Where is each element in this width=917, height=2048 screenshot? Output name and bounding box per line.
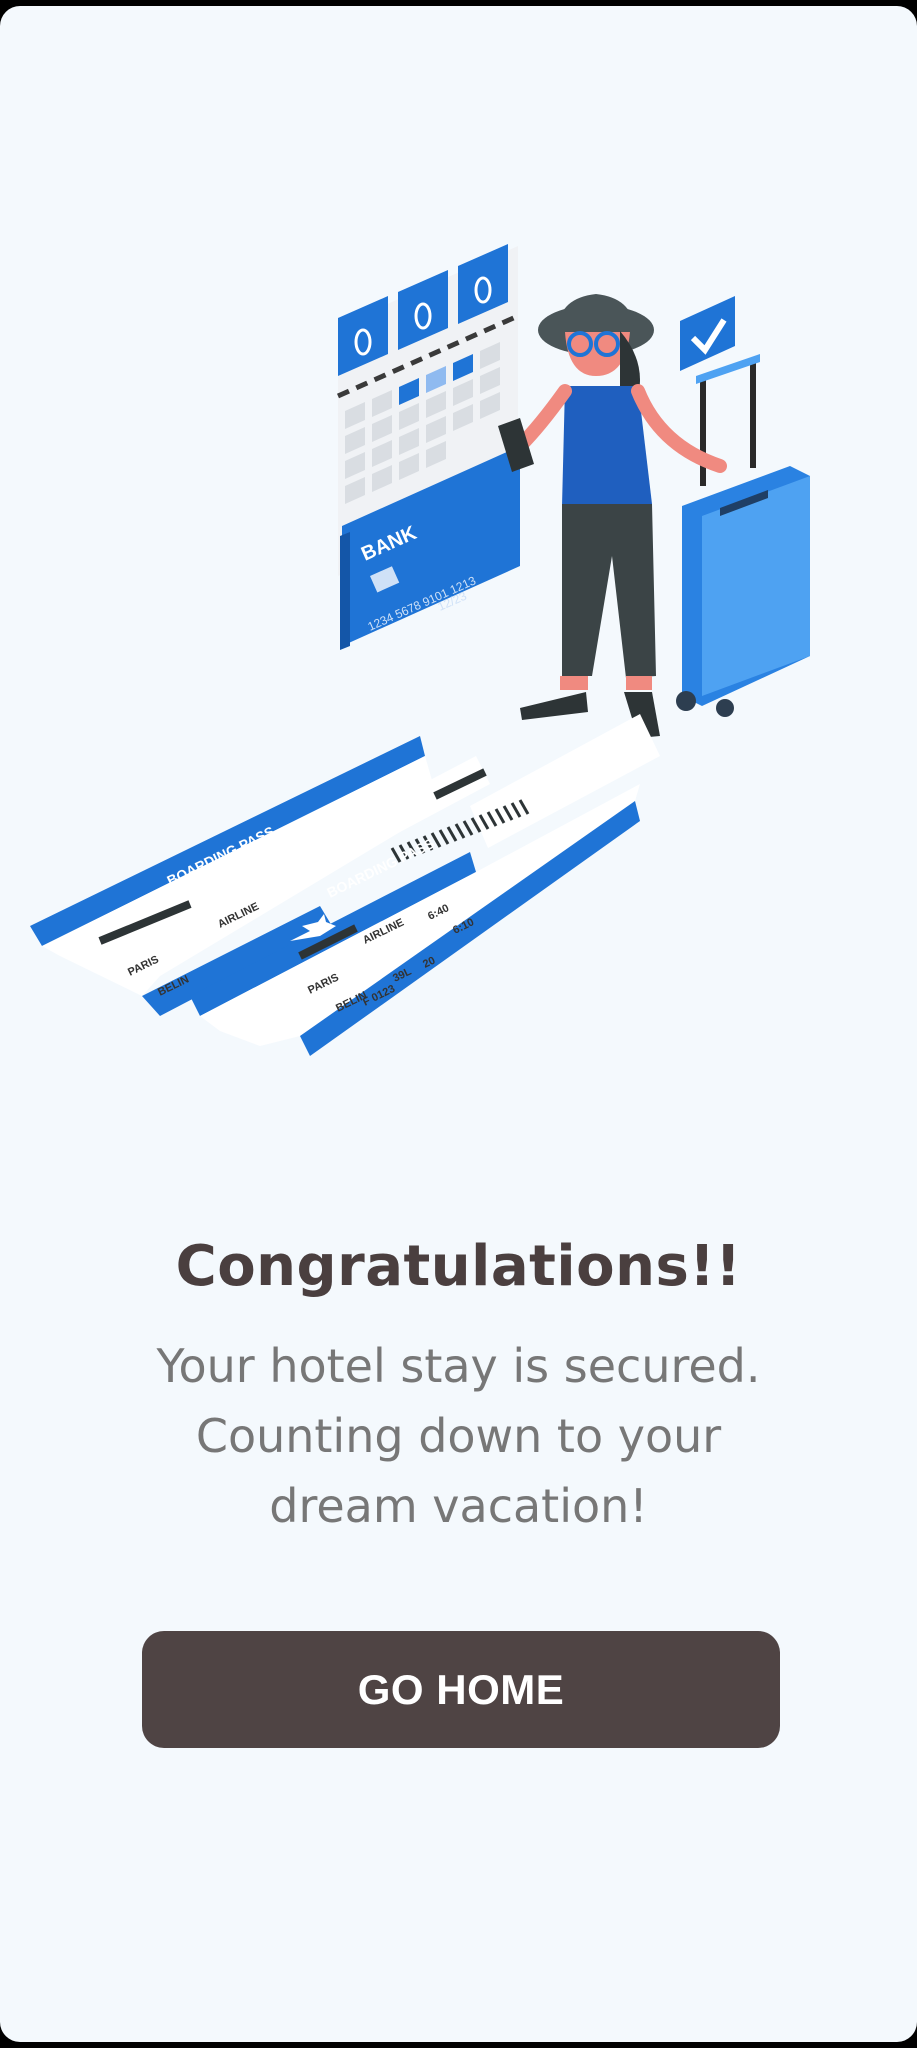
suitcase-icon [676, 354, 810, 717]
confirmation-page: BANK 1234 5678 9101 1213 12/23 BOARDING … [0, 6, 917, 2042]
go-home-button[interactable]: GO HOME [142, 1631, 780, 1748]
checkmark-badge-icon [680, 296, 735, 371]
congratulations-title: Congratulations!! [175, 1234, 742, 1299]
confirmation-message: Your hotel stay is secured. Counting dow… [156, 1339, 761, 1533]
travel-booking-illustration: BANK 1234 5678 9101 1213 12/23 BOARDING … [30, 244, 810, 1056]
screen: BANK 1234 5678 9101 1213 12/23 BOARDING … [0, 0, 917, 2048]
